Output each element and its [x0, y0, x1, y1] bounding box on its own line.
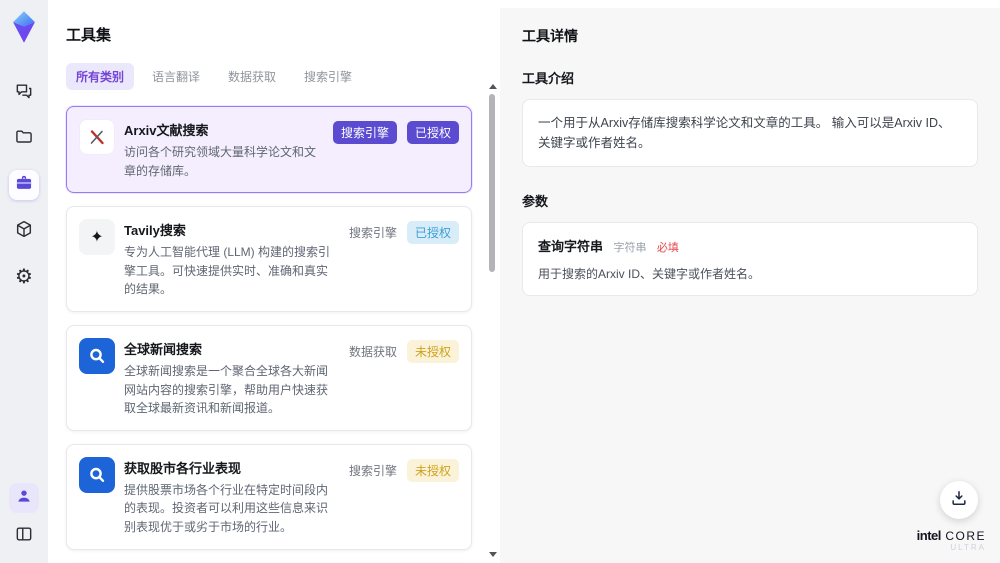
rail-bottom: [9, 483, 39, 551]
page-title: 工具集: [66, 27, 112, 44]
tab-all-categories[interactable]: 所有类别: [66, 63, 135, 90]
tool-description: 全球新闻搜索是一个聚合全球各大新闻网站内容的搜索引擎，帮助用户快速获取全球最新资…: [124, 363, 329, 416]
intro-box: 一个用于从Arxiv存储库搜索科学论文和文章的工具。 输入可以是Arxiv ID…: [522, 99, 978, 167]
intel-core-wordmark: intel CORE: [917, 527, 986, 545]
parameter-name: 查询字符串: [538, 239, 604, 254]
parameter-box: 查询字符串 字符串 必填 用于搜索的Arxiv ID、关键字或作者姓名。: [522, 222, 978, 296]
tool-tags: 搜索引擎 已授权: [332, 119, 459, 180]
scroll-down-arrow-icon[interactable]: [489, 552, 497, 557]
sidebar-item-models[interactable]: [9, 216, 39, 246]
tool-name: 获取股市各行业表现: [124, 460, 242, 476]
tool-description: 访问各个研究领域大量科学论文和文章的存储库。: [124, 145, 317, 178]
app-window: ⚙ 工具集 所有类别 语言翻译 数据获取 搜索引擎 Arxiv文献搜索 访问各个…: [0, 0, 1000, 563]
scrollbar-thumb[interactable]: [489, 94, 495, 272]
tool-list: Arxiv文献搜索 访问各个研究领域大量科学论文和文章的存储库。 搜索引擎 已授…: [66, 106, 484, 563]
intel-sub-label: ultra: [950, 543, 986, 553]
folder-icon: [14, 127, 34, 152]
tavily-star-icon: ✦: [79, 219, 115, 256]
sidebar-item-tools[interactable]: [9, 170, 39, 200]
tool-text: Tavily搜索 专为人工智能代理 (LLM) 构建的搜索引擎工具。可快速提供实…: [124, 219, 340, 299]
sidebar-item-settings[interactable]: ⚙: [9, 262, 39, 292]
parameter-type: 字符串: [613, 242, 647, 254]
download-button[interactable]: [940, 481, 978, 519]
collapse-panel-icon: [14, 524, 34, 549]
search-tool-icon: [79, 337, 115, 374]
tool-name: Tavily搜索: [124, 223, 186, 239]
category-label: 数据获取: [348, 344, 397, 359]
intel-word: intel: [916, 527, 942, 543]
intel-core-logo: intel CORE ultra: [917, 527, 986, 553]
params-heading: 参数: [522, 194, 549, 209]
tool-card-global-news[interactable]: 全球新闻搜索 全球新闻搜索是一个聚合全球各大新闻网站内容的搜索引擎，帮助用户快速…: [66, 324, 472, 431]
sidebar-item-collapse[interactable]: [9, 521, 39, 551]
tool-text: Arxiv文献搜索 访问各个研究领域大量科学论文和文章的存储库。: [124, 119, 324, 180]
tool-card-arxiv[interactable]: Arxiv文献搜索 访问各个研究领域大量科学论文和文章的存储库。 搜索引擎 已授…: [66, 106, 472, 194]
tool-tags: 数据获取 未授权: [349, 338, 459, 418]
category-label: 搜索引擎: [348, 463, 397, 478]
core-word: CORE: [945, 528, 986, 543]
auth-status-badge: 已授权: [406, 121, 459, 144]
tool-tags: 搜索引擎 未授权: [349, 457, 459, 537]
tool-details-panel: 工具详情 工具介绍 一个用于从Arxiv存储库搜索科学论文和文章的工具。 输入可…: [500, 0, 1000, 563]
tool-text: 全球新闻搜索 全球新闻搜索是一个聚合全球各大新闻网站内容的搜索引擎，帮助用户快速…: [124, 338, 340, 418]
gear-icon: ⚙: [15, 266, 33, 288]
sidebar-item-account[interactable]: [9, 483, 39, 513]
tool-card-tavily[interactable]: ✦ Tavily搜索 专为人工智能代理 (LLM) 构建的搜索引擎工具。可快速提…: [66, 206, 472, 312]
tool-description: 专为人工智能代理 (LLM) 构建的搜索引擎工具。可快速提供实时、准确和真实的结…: [124, 245, 331, 297]
cube-icon: [14, 219, 34, 244]
intro-heading: 工具介绍: [522, 71, 575, 86]
intro-text: 一个用于从Arxiv存储库搜索科学论文和文章的工具。 输入可以是Arxiv ID…: [538, 116, 951, 150]
parameter-description: 用于搜索的Arxiv ID、关键字或作者姓名。: [538, 267, 761, 281]
tool-name: 全球新闻搜索: [124, 341, 203, 357]
auth-status-badge: 未授权: [406, 458, 459, 482]
auth-status-badge: 已授权: [406, 221, 459, 245]
download-icon: [949, 488, 969, 513]
search-tool-icon: [79, 456, 115, 493]
category-label: 搜索引擎: [348, 226, 397, 241]
rail-nav: ⚙: [9, 78, 39, 292]
app-logo-icon: [9, 10, 39, 44]
tool-name: Arxiv文献搜索: [124, 123, 209, 138]
tool-card-sector-performance[interactable]: 获取股市各行业表现 提供股票市场各个行业在特定时间段内的表现。投资者可以利用这些…: [66, 443, 472, 550]
sidebar-item-chat[interactable]: [9, 78, 39, 108]
tool-text: 获取股市各行业表现 提供股票市场各个行业在特定时间段内的表现。投资者可以利用这些…: [124, 457, 340, 537]
tab-data-acquisition[interactable]: 数据获取: [218, 63, 286, 90]
sidebar-item-files[interactable]: [9, 124, 39, 154]
auth-status-badge: 未授权: [406, 339, 459, 363]
details-title: 工具详情: [522, 28, 578, 44]
category-badge: 搜索引擎: [332, 121, 397, 144]
icon-rail: ⚙: [0, 0, 48, 563]
user-icon: [15, 487, 33, 510]
arxiv-logo-icon: [79, 119, 115, 155]
toolbox-icon: [14, 173, 34, 198]
toolset-panel: 工具集 所有类别 语言翻译 数据获取 搜索引擎 Arxiv文献搜索 访问各个研究…: [48, 0, 500, 563]
scroll-up-arrow-icon[interactable]: [489, 84, 497, 89]
category-tabs: 所有类别 语言翻译 数据获取 搜索引擎: [66, 63, 484, 90]
parameter-header: 查询字符串 字符串 必填: [538, 236, 962, 256]
tab-search-engine[interactable]: 搜索引擎: [294, 63, 362, 90]
required-label: 必填: [656, 242, 679, 254]
tab-language-translation[interactable]: 语言翻译: [142, 63, 210, 90]
chat-icon: [14, 81, 34, 106]
tool-description: 提供股票市场各个行业在特定时间段内的表现。投资者可以利用这些信息来识别表现优于或…: [124, 482, 329, 534]
scrollbar[interactable]: [487, 84, 497, 557]
tool-tags: 搜索引擎 已授权: [349, 219, 459, 299]
